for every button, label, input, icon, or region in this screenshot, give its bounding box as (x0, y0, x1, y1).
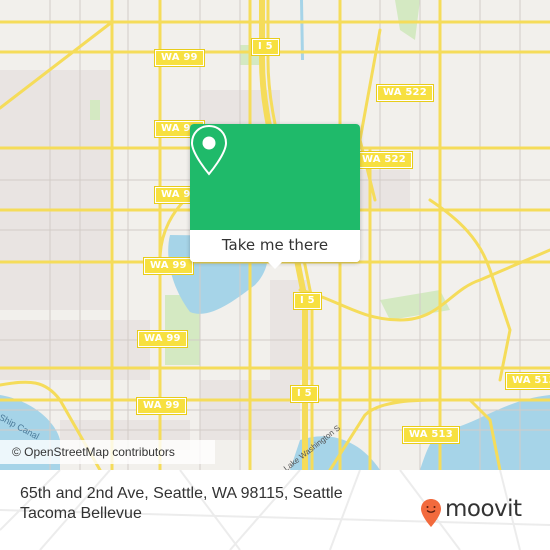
route-shield-i5: I 5 (290, 385, 319, 403)
footer: 65th and 2nd Ave, Seattle, WA 98115, Sea… (0, 470, 550, 550)
map[interactable]: WA 99 WA 99 WA 99 WA 99 WA 99 WA 99 I 5 … (0, 0, 550, 470)
route-shield-wa513: WA 513 (505, 372, 550, 390)
route-shield-i5: I 5 (251, 38, 280, 56)
route-shield-wa99: WA 99 (143, 257, 194, 275)
route-shield-wa99: WA 99 (137, 330, 188, 348)
address-text: 65th and 2nd Ave, Seattle, WA 98115, Sea… (20, 485, 343, 522)
popup-header (190, 124, 360, 230)
map-attribution[interactable]: © OpenStreetMap contributors (0, 440, 215, 464)
moovit-wordmark: moovit (445, 496, 522, 522)
route-shield-wa522: WA 522 (355, 151, 413, 169)
route-shield-i5: I 5 (293, 292, 322, 310)
moovit-pin-icon (421, 499, 441, 527)
route-shield-wa99: WA 99 (154, 49, 205, 67)
route-shield-wa513: WA 513 (402, 426, 460, 444)
location-popup: Take me there (190, 124, 360, 269)
map-pin-icon (190, 124, 228, 176)
route-shield-wa99: WA 99 (136, 397, 187, 415)
popup-pointer (267, 261, 283, 269)
take-me-there-button[interactable]: Take me there (190, 230, 360, 262)
route-shield-wa522: WA 522 (376, 84, 434, 102)
